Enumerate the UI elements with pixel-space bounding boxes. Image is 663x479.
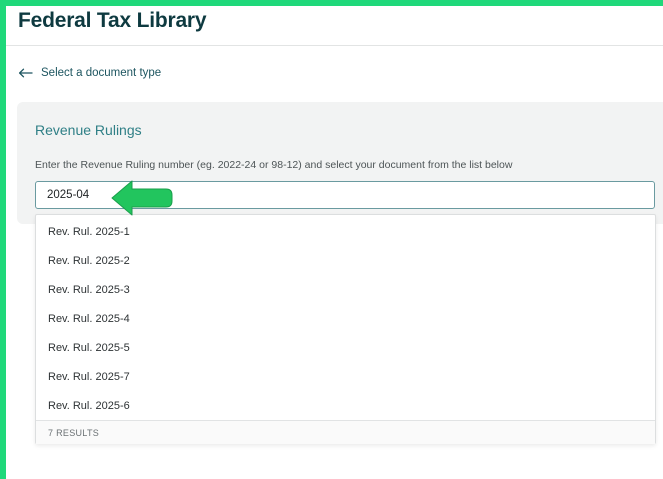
- arrow-left-icon: [18, 68, 33, 78]
- results-dropdown: Rev. Rul. 2025-1 Rev. Rul. 2025-2 Rev. R…: [35, 214, 656, 444]
- results-count: 7 RESULTS: [36, 420, 655, 444]
- result-option[interactable]: Rev. Rul. 2025-3: [36, 275, 655, 304]
- app-title: Federal Tax Library: [18, 9, 207, 32]
- frame-left-border: [0, 0, 6, 479]
- result-option[interactable]: Rev. Rul. 2025-2: [36, 246, 655, 275]
- result-option[interactable]: Rev. Rul. 2025-6: [36, 391, 655, 420]
- result-option[interactable]: Rev. Rul. 2025-7: [36, 362, 655, 391]
- pointer-arrow-icon: [108, 175, 176, 226]
- result-option[interactable]: Rev. Rul. 2025-4: [36, 304, 655, 333]
- header-divider: [6, 45, 663, 46]
- frame-top-border: [0, 0, 663, 6]
- search-instructions: Enter the Revenue Ruling number (eg. 202…: [35, 159, 513, 171]
- section-title: Revenue Rulings: [35, 122, 142, 138]
- result-option[interactable]: Rev. Rul. 2025-5: [36, 333, 655, 362]
- back-link-label: Select a document type: [41, 67, 162, 79]
- back-link[interactable]: Select a document type: [18, 64, 161, 82]
